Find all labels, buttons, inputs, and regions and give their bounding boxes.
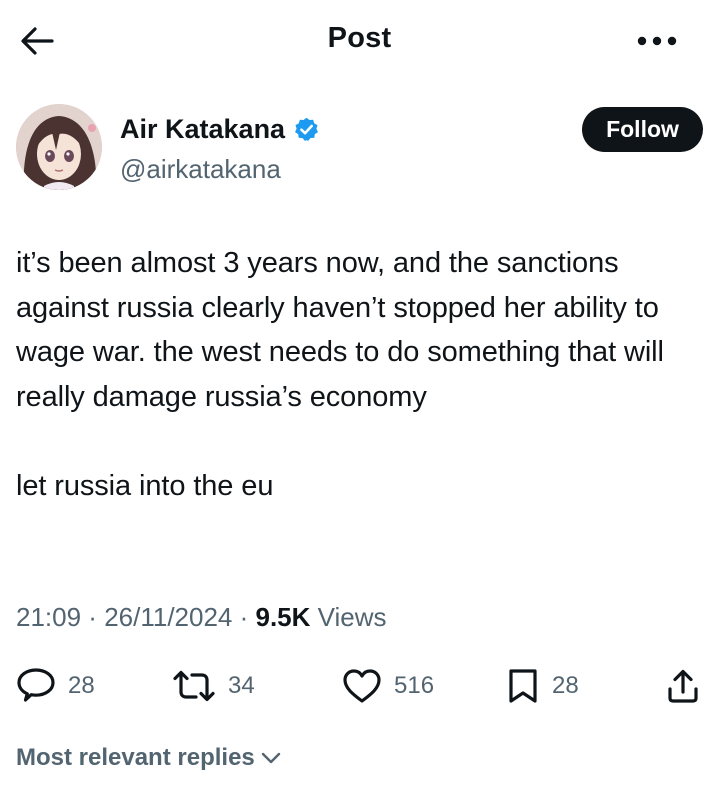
- bookmark-icon: [509, 669, 537, 703]
- reply-icon: [17, 668, 55, 702]
- author-header: Air Katakana @airkatakana Follow: [16, 104, 703, 194]
- heart-icon: [343, 669, 381, 703]
- page-title: Post: [327, 22, 392, 54]
- follow-button[interactable]: Follow: [582, 107, 703, 152]
- top-bar: Post: [0, 0, 719, 80]
- views-label: Views: [317, 602, 387, 632]
- author-name-text: Air Katakana: [120, 114, 286, 144]
- replies-sort-dropdown[interactable]: Most relevant replies: [16, 744, 281, 772]
- action-bar: 28 34 516 28: [16, 666, 703, 706]
- anime-avatar-icon: [16, 104, 102, 190]
- more-dots-icon: [637, 36, 677, 46]
- share-button[interactable]: [665, 666, 701, 706]
- repost-count: 34: [228, 672, 255, 699]
- more-button[interactable]: [635, 24, 679, 58]
- post-time[interactable]: 21:09: [16, 602, 81, 632]
- replies-sort-label: Most relevant replies: [16, 744, 255, 771]
- repost-button[interactable]: 34: [172, 666, 255, 706]
- share-icon: [668, 669, 698, 703]
- repost-icon: [173, 670, 215, 702]
- bookmark-button[interactable]: 28: [506, 666, 579, 706]
- post-date[interactable]: 26/11/2024: [104, 602, 232, 632]
- chevron-down-icon: [261, 752, 280, 764]
- post-text: it’s been almost 3 years now, and the sa…: [16, 247, 664, 502]
- bookmark-count: 28: [552, 672, 579, 699]
- like-button[interactable]: 516: [342, 666, 434, 706]
- reply-button[interactable]: 28: [16, 666, 95, 706]
- reply-count: 28: [68, 672, 95, 699]
- like-count: 516: [394, 672, 435, 699]
- post-meta: 21:09 · 26/11/2024 · 9.5K Views: [16, 602, 387, 632]
- verified-badge-icon: [295, 117, 319, 141]
- author-name[interactable]: Air Katakana: [120, 114, 320, 145]
- views-count: 9.5K: [255, 602, 311, 632]
- author-handle[interactable]: @airkatakana: [120, 154, 281, 185]
- avatar[interactable]: [16, 104, 102, 190]
